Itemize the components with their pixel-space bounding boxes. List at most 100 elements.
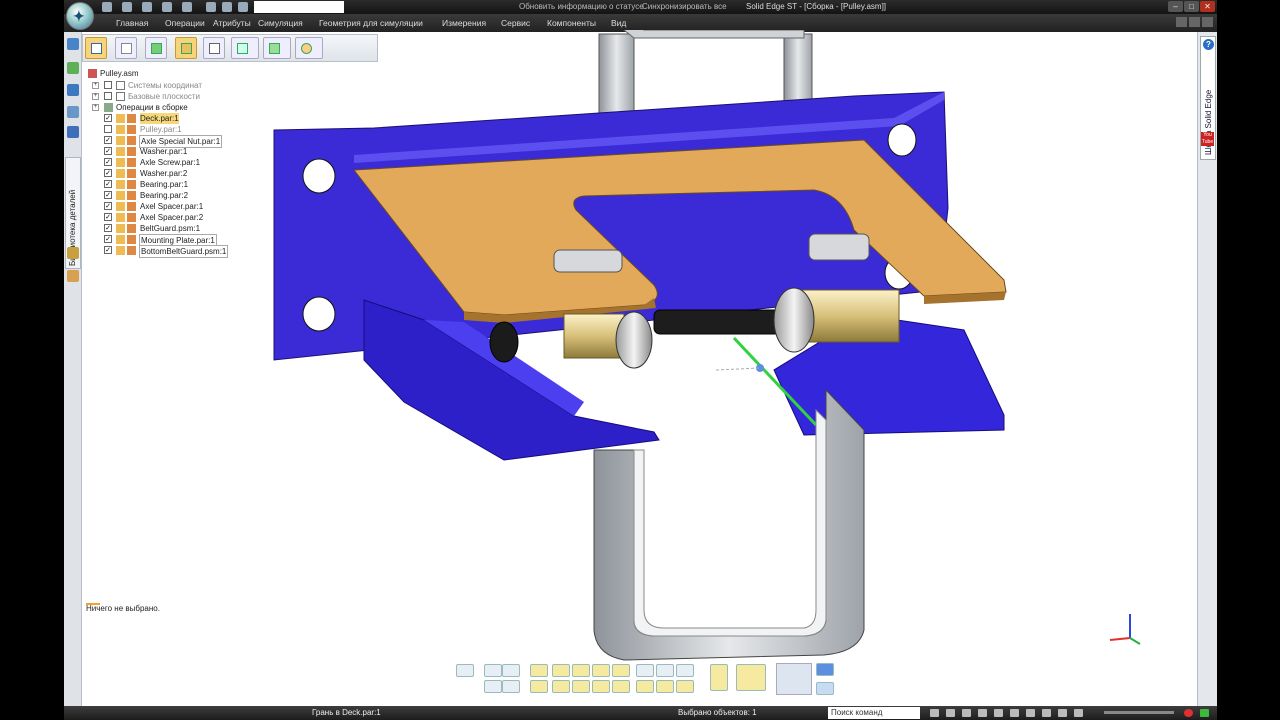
view-yz-icon[interactable] bbox=[572, 664, 590, 677]
zoom-icon[interactable] bbox=[502, 664, 520, 677]
select-tools-icon[interactable] bbox=[67, 106, 79, 118]
view-right-icon[interactable] bbox=[572, 680, 590, 693]
select-tool-button[interactable] bbox=[85, 37, 107, 59]
guard-tab-right[interactable] bbox=[808, 233, 870, 261]
visibility-checkbox[interactable]: ✓ bbox=[104, 158, 112, 166]
visibility-checkbox[interactable]: ✓ bbox=[104, 114, 112, 122]
status-tool-icon[interactable] bbox=[1042, 709, 1051, 717]
new-file-icon[interactable] bbox=[102, 2, 112, 12]
status-tool-icon[interactable] bbox=[1074, 709, 1083, 717]
feature-library-icon[interactable] bbox=[67, 270, 79, 282]
status-tool-icon[interactable] bbox=[1026, 709, 1035, 717]
pan-icon[interactable] bbox=[484, 680, 502, 693]
doc-close-icon[interactable] bbox=[1202, 17, 1213, 27]
view-back-icon[interactable] bbox=[552, 680, 570, 693]
sketch-view-icon[interactable] bbox=[710, 664, 728, 691]
tab-measurements[interactable]: Измерения bbox=[442, 18, 486, 28]
properties-icon[interactable] bbox=[182, 2, 192, 12]
view-zx-icon[interactable] bbox=[592, 664, 610, 677]
up-arrow-icon[interactable] bbox=[1200, 709, 1209, 717]
visibility-checkbox[interactable]: ✓ bbox=[104, 235, 112, 243]
command-search-input[interactable]: Поиск команд bbox=[828, 707, 920, 719]
layers-icon[interactable] bbox=[67, 62, 79, 74]
status-tool-icon[interactable] bbox=[946, 709, 955, 717]
quick-combo[interactable] bbox=[254, 1, 344, 13]
expand-icon[interactable]: + bbox=[92, 93, 99, 100]
copy-part-button[interactable] bbox=[115, 37, 137, 59]
status-tool-icon[interactable] bbox=[962, 709, 971, 717]
view-top-icon[interactable] bbox=[612, 680, 630, 693]
tab-components[interactable]: Компоненты bbox=[547, 18, 596, 28]
visibility-checkbox[interactable]: ✓ bbox=[104, 169, 112, 177]
fit-icon[interactable] bbox=[502, 680, 520, 693]
visibility-checkbox[interactable] bbox=[104, 125, 112, 133]
status-tool-icon[interactable] bbox=[930, 709, 939, 717]
help-icon[interactable]: ? bbox=[1203, 39, 1214, 50]
sync-all[interactable]: Синхронизировать все bbox=[642, 2, 727, 11]
zoom-area-icon[interactable] bbox=[484, 664, 502, 677]
visibility-checkbox[interactable]: ✓ bbox=[104, 246, 112, 254]
maximize-icon[interactable]: □ bbox=[1184, 1, 1199, 12]
rotate-view-icon[interactable] bbox=[456, 664, 474, 677]
close-icon[interactable]: ✕ bbox=[1200, 1, 1215, 12]
visibility-checkbox[interactable]: ✓ bbox=[104, 213, 112, 221]
family-icon[interactable] bbox=[67, 247, 79, 259]
visibility-checkbox[interactable]: ✓ bbox=[104, 136, 112, 144]
layout-single-icon[interactable] bbox=[816, 682, 834, 695]
update-icon[interactable] bbox=[238, 2, 248, 12]
view-all-icon[interactable] bbox=[612, 664, 630, 677]
redo-icon[interactable] bbox=[222, 2, 232, 12]
guard-tab-left[interactable] bbox=[553, 249, 623, 273]
wireframe-icon[interactable] bbox=[676, 664, 694, 677]
visibility-checkbox[interactable] bbox=[104, 81, 112, 89]
sensors-icon[interactable] bbox=[67, 126, 79, 138]
visibility-checkbox[interactable]: ✓ bbox=[104, 180, 112, 188]
visibility-checkbox[interactable]: ✓ bbox=[104, 147, 112, 155]
perspective-icon[interactable] bbox=[736, 664, 766, 691]
shaded-icon[interactable] bbox=[636, 664, 654, 677]
tab-attributes[interactable]: Атрибуты bbox=[213, 18, 251, 28]
layout-grid-icon[interactable] bbox=[816, 663, 834, 676]
doc-minimize-icon[interactable] bbox=[1176, 17, 1187, 27]
status-hint[interactable]: Обновить информацию о статусе bbox=[519, 2, 644, 11]
undo-icon[interactable] bbox=[206, 2, 216, 12]
hidden-edges-icon[interactable] bbox=[636, 680, 654, 693]
status-tool-icon[interactable] bbox=[978, 709, 987, 717]
reflections-icon[interactable] bbox=[676, 680, 694, 693]
visibility-checkbox[interactable]: ✓ bbox=[104, 224, 112, 232]
tab-home[interactable]: Главная bbox=[116, 18, 148, 28]
configurations-icon[interactable] bbox=[67, 84, 79, 96]
tab-service[interactable]: Сервис bbox=[501, 18, 530, 28]
minimize-icon[interactable]: – bbox=[1168, 1, 1183, 12]
expand-icon[interactable]: + bbox=[92, 104, 99, 111]
visibility-checkbox[interactable]: ✓ bbox=[104, 202, 112, 210]
tab-view[interactable]: Вид bbox=[611, 18, 626, 28]
print-icon[interactable] bbox=[162, 2, 172, 12]
visible-edges-icon[interactable] bbox=[656, 680, 674, 693]
application-button[interactable]: ✦ bbox=[66, 2, 94, 30]
status-tool-icon[interactable] bbox=[994, 709, 1003, 717]
open-file-icon[interactable] bbox=[122, 2, 132, 12]
visibility-checkbox[interactable] bbox=[104, 92, 112, 100]
view-front-icon[interactable] bbox=[530, 680, 548, 693]
visibility-checkbox[interactable]: ✓ bbox=[104, 191, 112, 199]
doc-restore-icon[interactable] bbox=[1189, 17, 1200, 27]
view-iso-icon[interactable] bbox=[530, 664, 548, 677]
zoom-slider[interactable] bbox=[1104, 711, 1174, 714]
tab-simulation-geometry[interactable]: Геометрия для симуляции bbox=[319, 18, 423, 28]
zoom-area-button[interactable] bbox=[776, 663, 812, 695]
youtube-icon[interactable]: You Tube bbox=[1201, 132, 1214, 146]
record-icon[interactable] bbox=[1184, 709, 1193, 717]
status-tool-icon[interactable] bbox=[1058, 709, 1067, 717]
tab-simulation[interactable]: Симуляция bbox=[258, 18, 303, 28]
part-icon bbox=[127, 136, 136, 145]
tab-operations[interactable]: Операции bbox=[165, 18, 205, 28]
save-icon[interactable] bbox=[142, 2, 152, 12]
view-xy-icon[interactable] bbox=[552, 664, 570, 677]
graphics-window[interactable] bbox=[164, 30, 1064, 670]
pathfinder-icon[interactable] bbox=[67, 38, 79, 50]
shaded-edges-icon[interactable] bbox=[656, 664, 674, 677]
expand-icon[interactable]: + bbox=[92, 82, 99, 89]
view-left-icon[interactable] bbox=[592, 680, 610, 693]
status-tool-icon[interactable] bbox=[1010, 709, 1019, 717]
